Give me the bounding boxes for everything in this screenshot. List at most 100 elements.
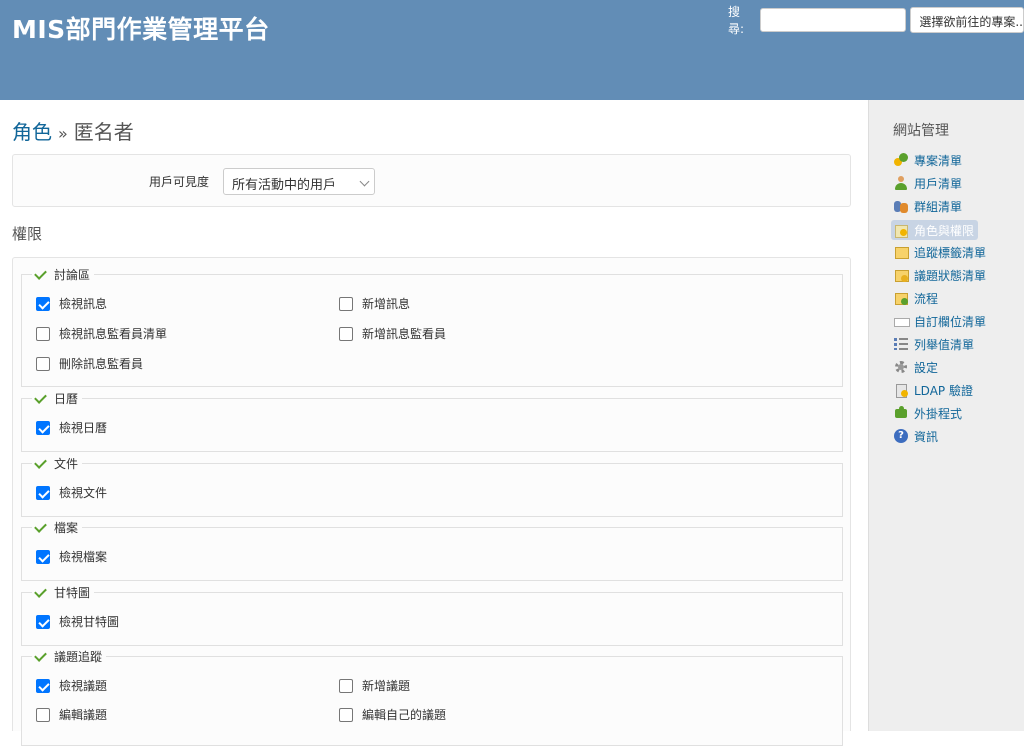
sidebar-item-enumerations[interactable]: 列舉值清單: [891, 334, 978, 354]
breadcrumb-roles-link[interactable]: 角色: [12, 120, 52, 144]
sidebar-item-label: 列舉值清單: [914, 337, 975, 352]
perm-label: 檢視日曆: [59, 421, 108, 435]
checkbox[interactable]: [36, 326, 50, 341]
page-title: 角色 » 匿名者: [12, 116, 134, 145]
users-visibility-select[interactable]: 所有活動中的用戶: [223, 168, 375, 195]
checkbox[interactable]: [36, 356, 50, 371]
permission-group-gantt: 甘特圖 檢視甘特圖: [21, 584, 843, 646]
group-legend[interactable]: 討論區: [32, 266, 95, 283]
perm-add-messages[interactable]: 新增訊息: [339, 295, 410, 312]
perm-edit-own-issues[interactable]: 編輯自己的議題: [339, 706, 446, 723]
sidebar-item-workflow[interactable]: 流程: [891, 288, 942, 308]
perm-add-issues[interactable]: 新增議題: [339, 677, 410, 694]
perm-view-issues[interactable]: 檢視議題: [36, 677, 107, 694]
sidebar-item-label: 追蹤標籤清單: [914, 245, 987, 260]
tracker-icon: [894, 245, 909, 259]
sidebar-item-settings[interactable]: 設定: [891, 357, 942, 377]
perm-view-documents[interactable]: 檢視文件: [36, 484, 107, 501]
sidebar-item-label: 角色與權限: [914, 223, 975, 238]
sidebar-item-plugins[interactable]: 外掛程式: [891, 403, 966, 423]
perm-view-gantt[interactable]: 檢視甘特圖: [36, 613, 119, 630]
checkbox[interactable]: [36, 707, 50, 722]
sidebar-item-label: 專案清單: [914, 153, 963, 168]
group-legend[interactable]: 文件: [32, 455, 83, 472]
breadcrumb-separator: »: [58, 124, 68, 143]
group-legend[interactable]: 日曆: [32, 390, 83, 407]
sidebar-item-info[interactable]: 資訊: [891, 426, 942, 446]
perm-label: 檢視文件: [59, 486, 108, 500]
sidebar-item-users[interactable]: 用戶清單: [891, 173, 966, 193]
perm-label: 新增議題: [362, 679, 411, 693]
group-name: 日曆: [54, 392, 79, 406]
app-title[interactable]: MIS部門作業管理平台: [12, 10, 270, 46]
perm-add-message-watchers[interactable]: 新增訊息監看員: [339, 325, 446, 342]
toggle-check-icon[interactable]: [34, 651, 46, 663]
perm-view-message-watchers[interactable]: 檢視訊息監看員清單: [36, 325, 167, 342]
user-icon: [894, 176, 908, 190]
checkbox[interactable]: [339, 678, 353, 693]
group-legend[interactable]: 甘特圖: [32, 584, 95, 601]
toggle-check-icon[interactable]: [34, 522, 46, 534]
perm-label: 編輯議題: [59, 708, 108, 722]
sidebar-item-trackers[interactable]: 追蹤標籤清單: [891, 242, 990, 262]
group-icon: [894, 199, 908, 213]
project-jump-select[interactable]: 選擇欲前往的專案...: [910, 7, 1024, 33]
perm-edit-issues[interactable]: 編輯議題: [36, 706, 107, 723]
group-name: 甘特圖: [54, 586, 91, 600]
permission-group-issue-tracking: 議題追蹤 檢視議題 新增議題 編輯議題 編輯自己的議題: [21, 648, 843, 746]
permissions-layer: 討論區 檢視訊息 新增訊息 檢視訊息監看員清單 新增訊息監看員 刪除訊息監看員 …: [12, 257, 851, 746]
projects-icon: [894, 153, 908, 167]
search-input[interactable]: [760, 8, 907, 32]
sidebar-item-label: 議題狀態清單: [914, 268, 987, 283]
checkbox[interactable]: [36, 614, 50, 629]
checkbox[interactable]: [36, 549, 50, 564]
custom-field-icon: [894, 314, 910, 328]
sidebar-item-label: 自訂欄位清單: [914, 314, 987, 329]
roles-icon: [894, 223, 908, 238]
sidebar-item-roles[interactable]: 角色與權限: [891, 220, 979, 240]
checkbox[interactable]: [36, 296, 50, 311]
perm-view-files[interactable]: 檢視檔案: [36, 548, 107, 565]
group-legend[interactable]: 議題追蹤: [32, 648, 107, 665]
toggle-check-icon[interactable]: [34, 458, 46, 470]
permission-group-documents: 文件 檢視文件: [21, 455, 843, 517]
group-name: 文件: [54, 457, 79, 471]
checkbox[interactable]: [339, 707, 353, 722]
search-area: 搜尋: 選擇欲前往的專案...: [728, 5, 1024, 36]
perm-label: 新增訊息: [362, 297, 411, 311]
checkbox[interactable]: [36, 678, 50, 693]
toggle-check-icon[interactable]: [34, 269, 46, 281]
permission-group-calendar: 日曆 檢視日曆: [21, 390, 843, 452]
sidebar-item-label: 用戶清單: [914, 176, 963, 191]
info-icon: [894, 429, 908, 443]
group-name: 檔案: [54, 521, 79, 535]
sidebar-item-label: 資訊: [914, 429, 939, 444]
sidebar-item-issue-statuses[interactable]: 議題狀態清單: [891, 265, 990, 285]
toggle-check-icon[interactable]: [34, 393, 46, 405]
perm-view-calendar[interactable]: 檢視日曆: [36, 419, 107, 436]
perm-label: 檢視甘特圖: [59, 615, 120, 629]
sidebar-item-projects[interactable]: 專案清單: [891, 150, 966, 170]
perm-label: 編輯自己的議題: [362, 708, 447, 722]
perm-label: 刪除訊息監看員: [59, 357, 144, 371]
checkbox[interactable]: [339, 296, 353, 311]
workflow-icon: [894, 291, 908, 305]
sidebar-item-label: 群組清單: [914, 199, 963, 214]
search-label: 搜尋:: [728, 5, 745, 36]
checkbox[interactable]: [36, 420, 50, 435]
sidebar-item-groups[interactable]: 群組清單: [891, 196, 966, 216]
toggle-check-icon[interactable]: [34, 587, 46, 599]
sidebar-item-custom-fields[interactable]: 自訂欄位清單: [891, 311, 990, 331]
perm-view-messages[interactable]: 檢視訊息: [36, 295, 107, 312]
top-header: MIS部門作業管理平台 搜尋: 選擇欲前往的專案...: [0, 0, 1024, 100]
settings-icon: [894, 360, 908, 374]
group-legend[interactable]: 檔案: [32, 519, 83, 536]
perm-delete-message-watchers[interactable]: 刪除訊息監看員: [36, 355, 143, 372]
perm-label: 檢視議題: [59, 679, 108, 693]
checkbox[interactable]: [36, 485, 50, 500]
permission-group-files: 檔案 檢視檔案: [21, 519, 843, 581]
sidebar-item-ldap[interactable]: LDAP 驗證: [891, 380, 977, 400]
sidebar-item-label: 流程: [914, 291, 939, 306]
group-name: 議題追蹤: [54, 650, 103, 664]
checkbox[interactable]: [339, 326, 353, 341]
